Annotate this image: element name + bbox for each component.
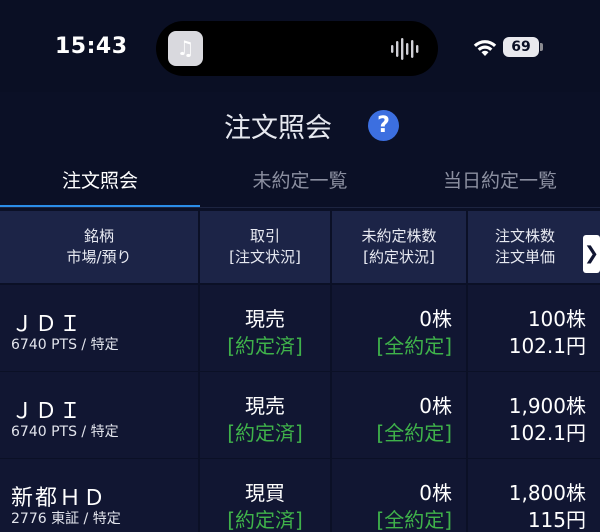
order-quantity: 1,900株 xyxy=(508,394,586,418)
table-row[interactable]: ＪＤＩ 6740 PTS / 特定 現売 [約定済] 0株 [全約定] 1,90… xyxy=(0,372,600,458)
page-title: 注文照会 xyxy=(224,113,332,144)
chevron-right-icon[interactable]: ❯ xyxy=(583,235,600,273)
page-header: 注文照会 ? xyxy=(0,92,600,154)
header-trade-line1: 取引 xyxy=(249,227,280,245)
fill-status: [全約定] xyxy=(376,508,452,532)
order-quantity: 100株 xyxy=(527,307,586,331)
unfilled-shares: 0株 xyxy=(419,481,452,505)
table-row[interactable]: 新都ＨＤ 2776 東証 / 特定 現買 [約定済] 0株 [全約定] 1,80… xyxy=(0,459,600,532)
header-trade: 取引 [注文状況] xyxy=(200,211,332,283)
status-bar: 15:43 ♫ 69 xyxy=(0,0,600,92)
tab-bar: 注文照会 未約定一覧 当日約定一覧 xyxy=(0,154,600,208)
header-unfilled: 未約定株数 [約定状況] xyxy=(332,211,468,283)
trade-cell: 現売 [約定済] xyxy=(200,372,332,458)
header-stock-line2: 市場/預り xyxy=(66,248,132,266)
tab-order-inquiry[interactable]: 注文照会 xyxy=(0,154,200,208)
unfilled-cell: 0株 [全約定] xyxy=(332,285,468,371)
trade-type: 現買 xyxy=(245,481,285,505)
stock-market: 6740 PTS / 特定 xyxy=(11,337,119,353)
order-price: 102.1円 xyxy=(508,421,586,445)
help-icon[interactable]: ? xyxy=(368,110,399,141)
header-unfilled-line1: 未約定株数 xyxy=(361,227,437,245)
trade-cell: 現買 [約定済] xyxy=(200,459,332,532)
tab-unfilled-list[interactable]: 未約定一覧 xyxy=(200,154,400,208)
battery-icon: 69 xyxy=(503,37,539,57)
quantity-cell: 100株 102.1円 xyxy=(468,285,600,371)
stock-market: 2776 東証 / 特定 xyxy=(11,511,121,527)
header-unfilled-line2: [約定状況] xyxy=(363,248,435,266)
stock-market: 6740 PTS / 特定 xyxy=(11,424,119,440)
wifi-icon xyxy=(473,40,497,56)
order-quantity: 1,800株 xyxy=(508,481,586,505)
header-quantity-line1: 注文株数 xyxy=(494,227,555,245)
header-quantity-line2: 注文単価 xyxy=(494,248,555,266)
unfilled-cell: 0株 [全約定] xyxy=(332,372,468,458)
fill-status: [全約定] xyxy=(376,421,452,445)
stock-cell: ＪＤＩ 6740 PTS / 特定 xyxy=(0,285,200,371)
battery-tip xyxy=(540,43,543,51)
table-row[interactable]: ＪＤＩ 6740 PTS / 特定 現売 [約定済] 0株 [全約定] 100株… xyxy=(0,285,600,371)
header-quantity: 注文株数 注文単価 ❯ xyxy=(468,211,600,283)
header-stock: 銘柄 市場/預り xyxy=(0,211,200,283)
order-price: 102.1円 xyxy=(508,334,586,358)
order-status: [約定済] xyxy=(227,421,303,445)
header-stock-line1: 銘柄 xyxy=(83,227,114,245)
stock-cell: ＪＤＩ 6740 PTS / 特定 xyxy=(0,372,200,458)
quantity-cell: 1,900株 102.1円 xyxy=(468,372,600,458)
trade-cell: 現売 [約定済] xyxy=(200,285,332,371)
dynamic-island[interactable]: ♫ xyxy=(156,21,438,76)
unfilled-shares: 0株 xyxy=(419,307,452,331)
quantity-cell: 1,800株 115円 xyxy=(468,459,600,532)
trade-type: 現売 xyxy=(245,307,285,331)
order-table: 銘柄 市場/預り 取引 [注文状況] 未約定株数 [約定状況] 注文株数 注文単… xyxy=(0,211,600,532)
tab-divider xyxy=(0,207,600,208)
stock-cell: 新都ＨＤ 2776 東証 / 特定 xyxy=(0,459,200,532)
order-status: [約定済] xyxy=(227,334,303,358)
tab-today-executions[interactable]: 当日約定一覧 xyxy=(400,154,600,208)
music-icon: ♫ xyxy=(168,31,203,66)
waveform-icon xyxy=(391,38,419,60)
header-trade-line2: [注文状況] xyxy=(229,248,301,266)
fill-status: [全約定] xyxy=(376,334,452,358)
table-header-row: 銘柄 市場/預り 取引 [注文状況] 未約定株数 [約定状況] 注文株数 注文単… xyxy=(0,211,600,283)
unfilled-shares: 0株 xyxy=(419,394,452,418)
trade-type: 現売 xyxy=(245,394,285,418)
order-price: 115円 xyxy=(527,508,586,532)
status-time: 15:43 xyxy=(55,34,128,59)
order-status: [約定済] xyxy=(227,508,303,532)
unfilled-cell: 0株 [全約定] xyxy=(332,459,468,532)
